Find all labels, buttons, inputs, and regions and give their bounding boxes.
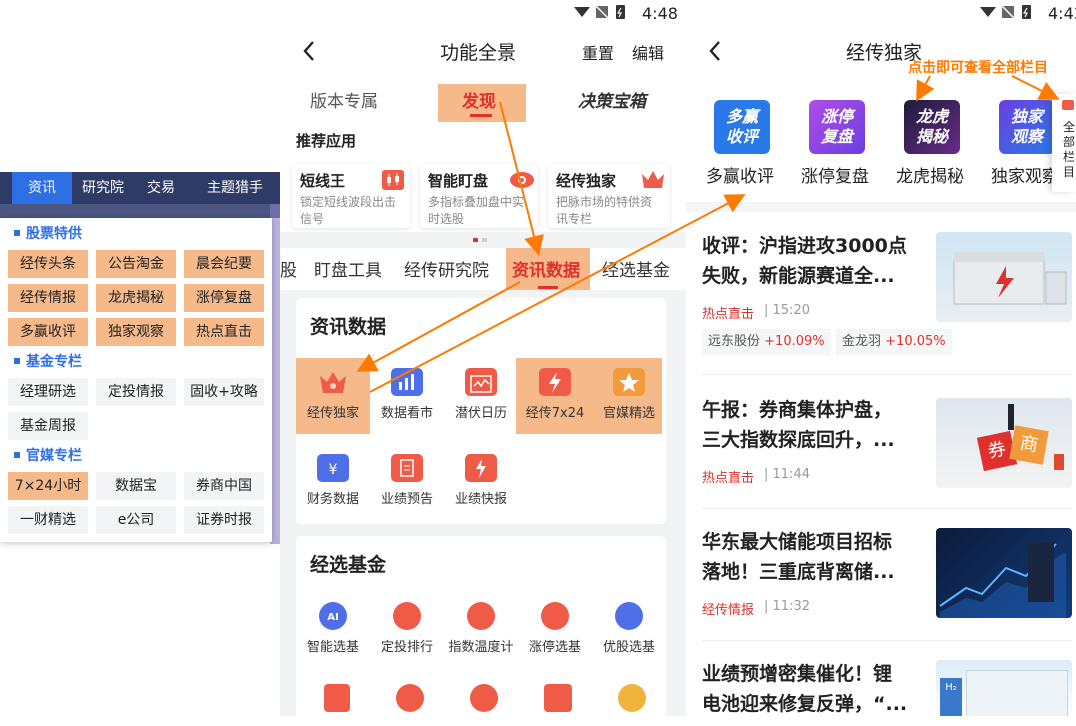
annotation-arrows bbox=[356, 75, 1060, 393]
arrow-annotation-all bbox=[1011, 75, 1060, 100]
arrow-discover-to-news bbox=[499, 101, 544, 256]
arrow-annotation-icons bbox=[916, 75, 935, 102]
arrow-to-right-screen bbox=[369, 194, 746, 393]
